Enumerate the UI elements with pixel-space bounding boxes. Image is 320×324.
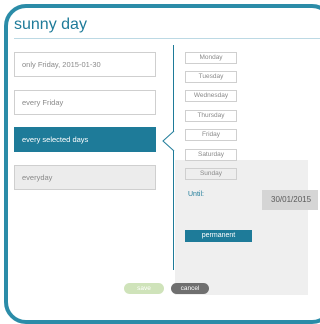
title-divider [14, 38, 320, 39]
save-button[interactable]: save [124, 283, 164, 294]
option-every-selected-days[interactable]: every selected days [14, 127, 156, 152]
until-label: Until: [188, 191, 204, 198]
day-sunday[interactable]: Sunday [185, 168, 237, 180]
day-monday[interactable]: Monday [185, 52, 237, 64]
dialog-title: sunny day [14, 16, 87, 33]
option-only-friday[interactable]: only Friday, 2015-01-30 [14, 52, 156, 77]
cancel-button[interactable]: cancel [171, 283, 209, 294]
section-divider [173, 45, 174, 270]
option-every-friday[interactable]: every Friday [14, 90, 156, 115]
until-date-field[interactable]: 30/01/2015 [262, 190, 318, 210]
day-thursday[interactable]: Thursday [185, 110, 237, 122]
day-wednesday[interactable]: Wednesday [185, 90, 237, 102]
pointer-arrow-icon [162, 130, 175, 152]
until-panel [175, 160, 308, 295]
day-tuesday[interactable]: Tuesday [185, 71, 237, 83]
permanent-button[interactable]: permanent [185, 230, 252, 242]
option-everyday[interactable]: everyday [14, 165, 156, 190]
day-friday[interactable]: Friday [185, 129, 237, 141]
day-saturday[interactable]: Saturday [185, 149, 237, 161]
